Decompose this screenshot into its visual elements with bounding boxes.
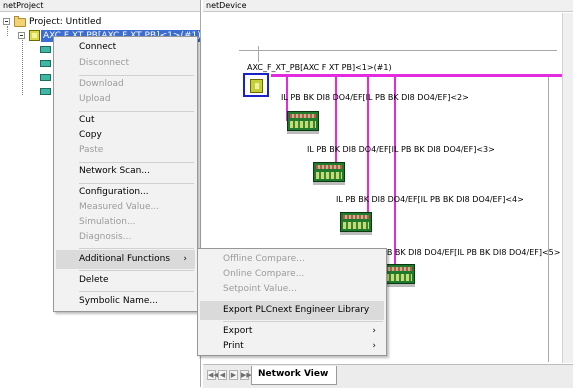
controller-node-icon: [250, 79, 263, 93]
last-tab-icon[interactable]: ▶▶: [240, 370, 252, 380]
additional-functions-submenu: Offline Compare... Online Compare... Set…: [197, 248, 387, 356]
device-label-4: IL PB BK DI8 DO4/EF[IL PB BK DI8 DO4/EF]…: [336, 195, 524, 204]
menu-item-delete[interactable]: Delete: [56, 271, 195, 290]
first-tab-icon[interactable]: ◀◀: [207, 370, 219, 380]
node-shadow: [287, 131, 319, 134]
menu-item-network-scan[interactable]: Network Scan...: [56, 162, 195, 181]
folder-icon: [14, 16, 26, 27]
device-label-3: IL PB BK DI8 DO4/EF[IL PB BK DI8 DO4/EF]…: [307, 145, 495, 154]
collapse-root-icon[interactable]: [3, 18, 10, 25]
menu-item-disconnect[interactable]: Disconnect: [56, 54, 195, 73]
bus-coupler-node-4[interactable]: [340, 212, 372, 232]
bus-coupler-node-2[interactable]: [287, 111, 319, 131]
bus-coupler-node-5[interactable]: [383, 264, 415, 284]
menu-item-export-plcnext-library[interactable]: Export PLCnext Engineer Library: [200, 301, 384, 320]
context-menu: Connect Disconnect Download Upload Cut C…: [53, 36, 198, 312]
menu-item-symbolic-name[interactable]: Symbolic Name...: [56, 292, 195, 311]
menu-item-print[interactable]: Print ›: [200, 337, 384, 356]
bus-coupler-icon[interactable]: [40, 88, 51, 95]
tree-connector: [22, 40, 23, 95]
menu-item-upload[interactable]: Upload: [56, 90, 195, 109]
submenu-arrow-icon: ›: [372, 341, 376, 351]
bus-coupler-icon[interactable]: [40, 60, 51, 67]
bus-coupler-icon[interactable]: [40, 46, 51, 53]
menu-separator: [79, 248, 194, 249]
bus-drop-line: [394, 77, 396, 273]
next-tab-icon[interactable]: ▶: [229, 370, 238, 380]
menu-item-diagnosis[interactable]: Diagnosis...: [56, 228, 195, 247]
net-project-title: netProject: [0, 0, 200, 12]
bus-drop-line: [335, 77, 337, 173]
export-label: Export: [223, 326, 253, 336]
menu-item-additional-functions[interactable]: Additional Functions ›: [56, 250, 195, 269]
controller-label: AXC_F_XT_PB[AXC F XT PB]<1>(#1): [247, 63, 392, 72]
additional-functions-label: Additional Functions: [79, 254, 171, 264]
bus-coupler-icon[interactable]: [40, 74, 51, 81]
net-device-title: netDevice: [203, 0, 573, 12]
view-tab-bar: ◀◀ ◀ ▶ ▶▶ Network View: [203, 364, 573, 388]
controller-link-line: [258, 46, 259, 62]
selected-controller-node[interactable]: [243, 73, 269, 97]
tree-connector: [7, 26, 8, 36]
project-root-label[interactable]: Project: Untitled: [29, 16, 101, 28]
right-border-line: [548, 77, 549, 362]
controller-icon: [29, 30, 40, 41]
menu-item-setpoint-value[interactable]: Setpoint Value...: [200, 280, 384, 299]
tab-network-view[interactable]: Network View: [251, 366, 338, 385]
submenu-arrow-icon: ›: [183, 254, 187, 264]
node-shadow: [383, 284, 415, 287]
vertical-scrollbar[interactable]: [562, 13, 573, 363]
top-bus-line: [239, 50, 557, 51]
device-label-5: PB BK DI8 DO4/EF[IL PB BK DI8 DO4/EF]<5>: [382, 248, 561, 257]
profibus-line: [271, 74, 563, 77]
node-shadow: [313, 182, 345, 185]
prev-tab-icon[interactable]: ◀: [218, 370, 227, 380]
node-shadow: [340, 232, 372, 235]
menu-item-paste[interactable]: Paste: [56, 141, 195, 160]
print-label: Print: [223, 341, 244, 351]
device-label-2: IL PB BK DI8 DO4/EF[IL PB BK DI8 DO4/EF]…: [281, 93, 469, 102]
collapse-controller-icon[interactable]: [18, 32, 25, 39]
bus-coupler-node-3[interactable]: [313, 162, 345, 182]
